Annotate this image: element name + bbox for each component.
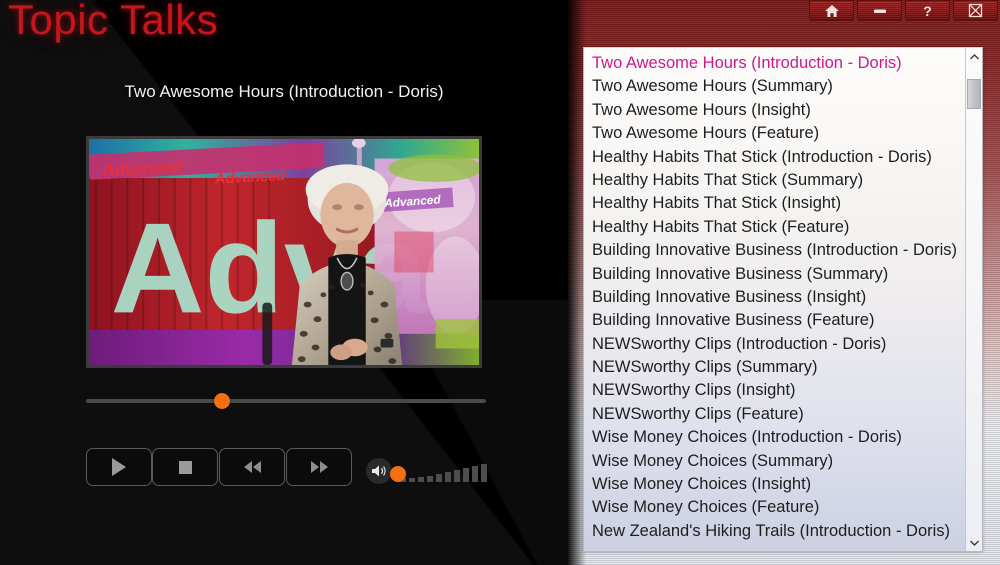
- playlist-scrollbar[interactable]: [965, 48, 982, 551]
- playlist-item[interactable]: Healthy Habits That Stick (Insight): [592, 192, 965, 215]
- window-controls: ?: [809, 0, 998, 22]
- playlist-item[interactable]: New Zealand's Hiking Trails (Introductio…: [592, 520, 965, 543]
- question-mark-icon: ?: [923, 2, 932, 19]
- playlist-item[interactable]: Wise Money Choices (Feature): [592, 496, 965, 519]
- topic-talks-application: Topic Talks Two Awesome Hours (Introduct…: [0, 0, 1000, 565]
- chevron-down-icon: [969, 540, 979, 546]
- player-pane: Topic Talks Two Awesome Hours (Introduct…: [0, 0, 568, 565]
- playlist-item[interactable]: Building Innovative Business (Introducti…: [592, 239, 965, 262]
- playlist-item[interactable]: Building Innovative Business (Summary): [592, 263, 965, 286]
- minimize-button[interactable]: [857, 0, 902, 21]
- rewind-button[interactable]: [219, 448, 285, 486]
- playlist-item[interactable]: Building Innovative Business (Feature): [592, 309, 965, 332]
- now-playing-title: Two Awesome Hours (Introduction - Doris): [124, 82, 444, 101]
- playback-progress-slider[interactable]: [86, 392, 486, 410]
- scroll-down-button[interactable]: [966, 534, 982, 551]
- page-title: Topic Talks: [8, 0, 219, 43]
- speaker-icon[interactable]: [366, 458, 392, 484]
- scrollbar-thumb[interactable]: [967, 79, 981, 110]
- fast-forward-icon: [310, 461, 328, 473]
- play-icon: [112, 458, 126, 476]
- stop-button[interactable]: [152, 448, 218, 486]
- chevron-up-icon: [969, 53, 979, 59]
- rewind-icon: [243, 461, 261, 473]
- close-button[interactable]: [953, 0, 998, 21]
- video-player[interactable]: Adva Advanced Advanced Advanced: [86, 136, 482, 368]
- playlist-item[interactable]: Two Awesome Hours (Summary): [592, 75, 965, 98]
- video-still-image: Adva Advanced Advanced Advanced: [89, 139, 479, 365]
- volume-control[interactable]: [366, 455, 496, 487]
- playlist-item[interactable]: Healthy Habits That Stick (Summary): [592, 169, 965, 192]
- playlist-item[interactable]: NEWSworthy Clips (Introduction - Doris): [592, 333, 965, 356]
- playlist-item[interactable]: Wise Money Choices (Insight): [592, 473, 965, 496]
- playlist-items: Two Awesome Hours (Introduction - Doris)…: [584, 52, 965, 543]
- playlist-item[interactable]: Two Awesome Hours (Insight): [592, 99, 965, 122]
- playlist-panel: ? Two Awesome Hours (Introduction - Dori…: [568, 0, 1000, 565]
- playlist-item[interactable]: Wise Money Choices (Introduction - Doris…: [592, 426, 965, 449]
- playlist-item[interactable]: Two Awesome Hours (Introduction - Doris): [592, 52, 965, 75]
- scroll-up-button[interactable]: [966, 48, 982, 65]
- stop-icon: [178, 460, 192, 474]
- help-button[interactable]: ?: [905, 0, 950, 21]
- playlist-item[interactable]: Building Innovative Business (Insight): [592, 286, 965, 309]
- playlist-item[interactable]: Two Awesome Hours (Feature): [592, 122, 965, 145]
- home-icon: [824, 4, 839, 17]
- playlist-item[interactable]: NEWSworthy Clips (Feature): [592, 403, 965, 426]
- playlist-item[interactable]: Healthy Habits That Stick (Introduction …: [592, 146, 965, 169]
- playlist-listbox[interactable]: Two Awesome Hours (Introduction - Doris)…: [583, 47, 983, 552]
- playlist-item[interactable]: NEWSworthy Clips (Summary): [592, 356, 965, 379]
- playlist-item[interactable]: Healthy Habits That Stick (Feature): [592, 216, 965, 239]
- volume-knob[interactable]: [390, 466, 406, 482]
- volume-level-bars[interactable]: [390, 460, 487, 482]
- close-box-icon: [968, 3, 983, 18]
- progress-track[interactable]: [86, 399, 486, 403]
- minimize-icon: [873, 9, 886, 13]
- progress-knob[interactable]: [214, 393, 230, 409]
- home-button[interactable]: [809, 0, 854, 21]
- fast-forward-button[interactable]: [286, 448, 352, 486]
- playlist-item[interactable]: Wise Money Choices (Summary): [592, 450, 965, 473]
- play-button[interactable]: [86, 448, 152, 486]
- playlist-item[interactable]: NEWSworthy Clips (Insight): [592, 379, 965, 402]
